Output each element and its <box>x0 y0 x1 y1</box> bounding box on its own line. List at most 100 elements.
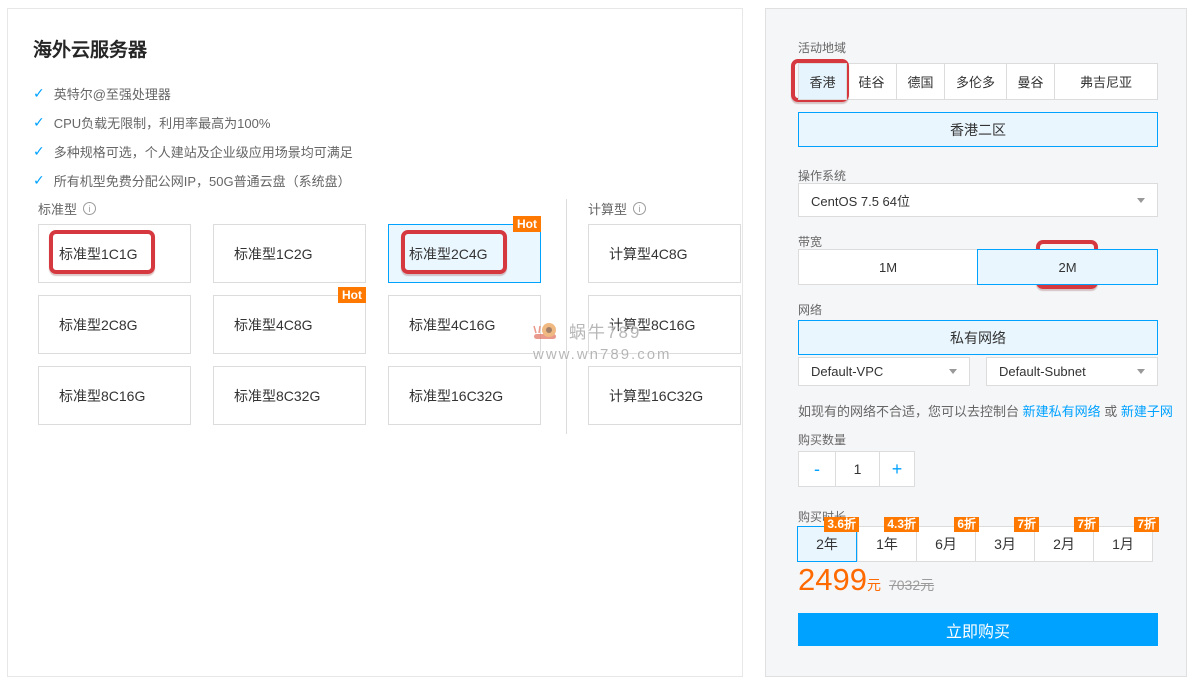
watermark: 蜗牛789 www.wn789.com <box>533 318 672 363</box>
buy-now-button[interactable]: 立即购买 <box>798 613 1158 646</box>
spec-card-label: 计算型4C8G <box>609 244 688 264</box>
standard-group-label: 标准型 i <box>38 199 96 218</box>
purchase-panel: 活动地域 香港 硅谷 德国 多伦多 曼谷 弗吉尼亚 香港二区 操作系统 Cent… <box>765 8 1187 677</box>
discount-badge: 3.6折 <box>824 517 859 532</box>
region-tab-germany[interactable]: 德国 <box>896 63 945 100</box>
spec-card-standard-16c32g[interactable]: 标准型16C32G <box>388 366 541 425</box>
zone-option-hongkong2[interactable]: 香港二区 <box>798 112 1158 147</box>
network-label: 网络 <box>798 301 822 318</box>
vpc-select[interactable]: Default-VPC <box>798 357 970 386</box>
discount-badge: 7折 <box>1014 517 1039 532</box>
chevron-down-icon <box>1137 369 1145 374</box>
spec-card-standard-2c4g[interactable]: Hot 标准型2C4G <box>388 224 541 283</box>
create-vpc-link[interactable]: 新建私有网络 <box>1023 404 1101 419</box>
feature-item: ✓ 多种规格可选，个人建站及企业级应用场景均可满足 <box>33 137 353 166</box>
column-divider <box>566 199 567 434</box>
compute-group-label: 计算型 i <box>588 199 646 218</box>
spec-card-standard-4c8g[interactable]: Hot 标准型4C8G <box>213 295 366 354</box>
duration-option-2y[interactable]: 3.6折 2年 <box>798 526 858 562</box>
region-tab-bangkok[interactable]: 曼谷 <box>1006 63 1055 100</box>
spec-card-label: 标准型8C32G <box>234 386 320 406</box>
spec-card-label: 计算型16C32G <box>609 386 703 406</box>
os-select[interactable]: CentOS 7.5 64位 <box>798 183 1158 217</box>
hot-badge: Hot <box>513 216 541 232</box>
spec-card-label: 标准型1C1G <box>59 244 138 264</box>
spec-card-label: 标准型2C8G <box>59 315 138 335</box>
quantity-stepper: - 1 + <box>798 451 915 487</box>
feature-text: 所有机型免费分配公网IP，50G普通云盘（系统盘） <box>54 171 351 190</box>
watermark-line2: www.wn789.com <box>533 346 672 363</box>
spec-card-standard-1c2g[interactable]: 标准型1C2G <box>213 224 366 283</box>
subnet-select-value: Default-Subnet <box>999 364 1086 379</box>
bandwidth-option-2m[interactable]: 2M <box>977 249 1158 285</box>
spec-card-standard-4c16g[interactable]: 标准型4C16G <box>388 295 541 354</box>
quantity-label: 购买数量 <box>798 431 846 448</box>
spec-card-label: 标准型8C16G <box>59 386 145 406</box>
region-tab-virginia[interactable]: 弗吉尼亚 <box>1054 63 1158 100</box>
bandwidth-option-1m[interactable]: 1M <box>798 249 978 285</box>
vpc-select-value: Default-VPC <box>811 364 883 379</box>
region-tab-siliconvalley[interactable]: 硅谷 <box>846 63 897 100</box>
duration-option-6m[interactable]: 6折 6月 <box>918 526 978 562</box>
duration-option-1mo[interactable]: 7折 1月 <box>1098 526 1158 562</box>
os-select-value: CentOS 7.5 64位 <box>811 191 910 210</box>
region-tab-toronto[interactable]: 多伦多 <box>944 63 1007 100</box>
spec-card-label: 标准型2C4G <box>409 244 488 264</box>
price-original: 7032元 <box>889 575 934 595</box>
duration-option-1y[interactable]: 4.3折 1年 <box>858 526 918 562</box>
check-icon: ✓ <box>33 143 45 160</box>
spec-card-standard-8c16g[interactable]: 标准型8C16G <box>38 366 191 425</box>
duration-option-3m[interactable]: 7折 3月 <box>978 526 1038 562</box>
check-icon: ✓ <box>33 114 45 131</box>
hot-badge: Hot <box>338 287 366 303</box>
network-hint: 如现有的网络不合适，您可以去控制台 新建私有网络 或 新建子网 <box>798 401 1173 420</box>
page: 海外云服务器 ✓ 英特尔@至强处理器 ✓ CPU负载无限制，利用率最高为100%… <box>0 0 1195 686</box>
spec-card-standard-1c1g[interactable]: 标准型1C1G <box>38 224 191 283</box>
feature-text: CPU负载无限制，利用率最高为100% <box>54 113 271 132</box>
bandwidth-label: 带宽 <box>798 233 822 250</box>
feature-text: 英特尔@至强处理器 <box>54 84 171 103</box>
spec-card-label: 标准型4C8G <box>234 315 313 335</box>
discount-badge: 7折 <box>1134 517 1159 532</box>
page-title: 海外云服务器 <box>33 35 147 62</box>
feature-item: ✓ 英特尔@至强处理器 <box>33 79 353 108</box>
chevron-down-icon <box>1137 198 1145 203</box>
price: 2499 元 7032元 <box>798 562 934 598</box>
feature-item: ✓ CPU负载无限制，利用率最高为100% <box>33 108 353 137</box>
info-icon[interactable]: i <box>633 202 646 215</box>
os-label: 操作系统 <box>798 167 846 184</box>
duration-options: 3.6折 2年 4.3折 1年 6折 6月 7折 3月 7折 2月 7折 1月 <box>798 526 1158 562</box>
discount-badge: 6折 <box>954 517 979 532</box>
quantity-minus-button[interactable]: - <box>798 451 836 487</box>
price-unit: 元 <box>867 575 881 595</box>
region-tab-hongkong[interactable]: 香港 <box>798 63 847 100</box>
feature-item: ✓ 所有机型免费分配公网IP，50G普通云盘（系统盘） <box>33 166 353 195</box>
discount-badge: 4.3折 <box>884 517 919 532</box>
region-tabs: 香港 硅谷 德国 多伦多 曼谷 弗吉尼亚 <box>798 63 1158 100</box>
discount-badge: 7折 <box>1074 517 1099 532</box>
info-icon[interactable]: i <box>83 202 96 215</box>
duration-option-2mo[interactable]: 7折 2月 <box>1038 526 1098 562</box>
quantity-plus-button[interactable]: + <box>879 451 915 487</box>
subnet-select[interactable]: Default-Subnet <box>986 357 1158 386</box>
chevron-down-icon <box>949 369 957 374</box>
spec-card-compute-16c32g[interactable]: 计算型16C32G <box>588 366 741 425</box>
feature-list: ✓ 英特尔@至强处理器 ✓ CPU负载无限制，利用率最高为100% ✓ 多种规格… <box>33 79 353 195</box>
spec-card-label: 标准型4C16G <box>409 315 495 335</box>
feature-text: 多种规格可选，个人建站及企业级应用场景均可满足 <box>54 142 353 161</box>
bandwidth-options: 1M 2M <box>798 249 1158 285</box>
check-icon: ✓ <box>33 172 45 189</box>
price-current: 2499 <box>798 562 867 598</box>
network-type-vpc[interactable]: 私有网络 <box>798 320 1158 355</box>
spec-card-label: 标准型16C32G <box>409 386 503 406</box>
spec-card-standard-2c8g[interactable]: 标准型2C8G <box>38 295 191 354</box>
quantity-value[interactable]: 1 <box>835 451 880 487</box>
region-label: 活动地域 <box>798 39 846 56</box>
check-icon: ✓ <box>33 85 45 102</box>
create-subnet-link[interactable]: 新建子网 <box>1121 404 1173 419</box>
spec-card-standard-8c32g[interactable]: 标准型8C32G <box>213 366 366 425</box>
watermark-line1: 蜗牛789 <box>533 318 672 343</box>
spec-card-compute-4c8g[interactable]: 计算型4C8G <box>588 224 741 283</box>
snail-icon <box>533 321 563 341</box>
spec-card-label: 标准型1C2G <box>234 244 313 264</box>
